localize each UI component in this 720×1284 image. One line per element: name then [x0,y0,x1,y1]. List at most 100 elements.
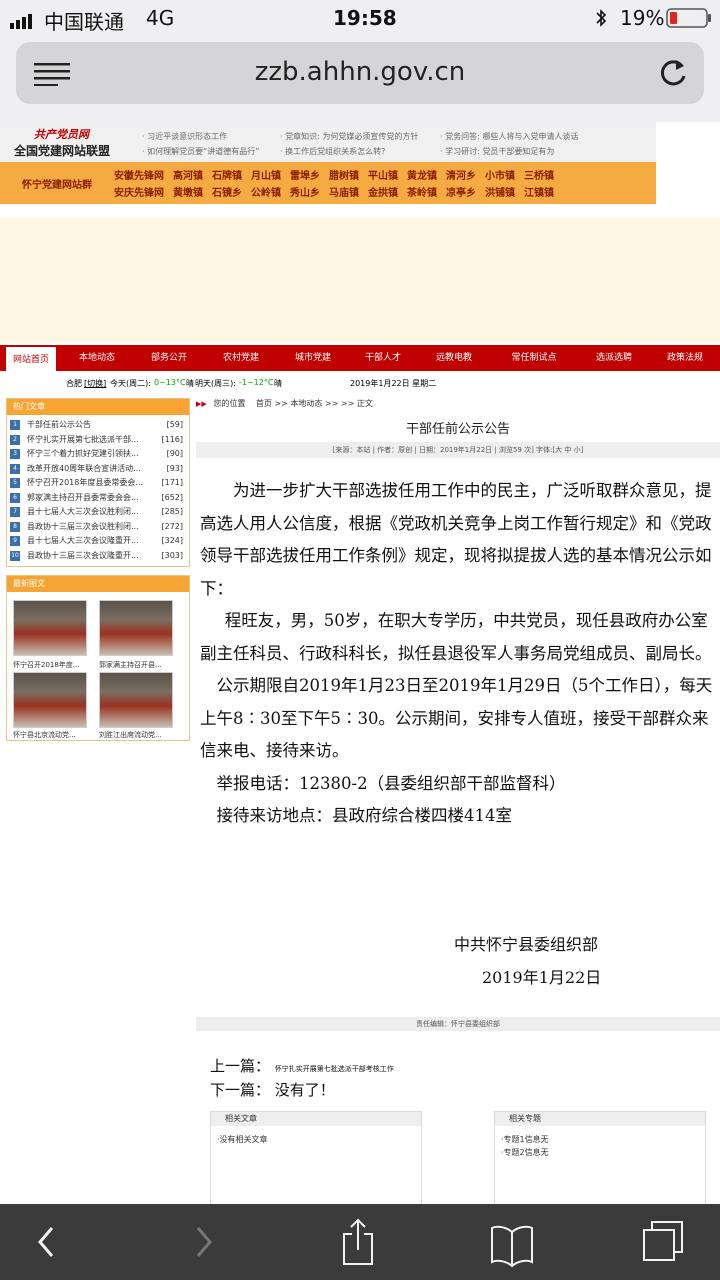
town-link[interactable]: 石镜乡 [212,184,242,199]
article-body: 为进一步扩大干部选拔任用工作中的民主，广泛听取群众意见，提高选人用人公信度，根据… [200,475,718,833]
weather-city: 合肥 [66,379,82,388]
photo-thumbnail[interactable] [13,600,87,656]
group-label: 怀宁党建网站群 [22,180,92,191]
hot-article-row[interactable]: 5 怀宁召开2018年度县委常委会... [171] [7,476,189,491]
hot-article-title[interactable]: 县十七届人大三次会议隆重开... [27,534,139,549]
hot-article-title[interactable]: 怀宁三个着力抓好党建引领扶... [27,447,139,462]
back-icon[interactable] [34,1204,58,1280]
town-link[interactable]: 小市镇 [485,167,515,182]
rank-badge: 10 [10,550,20,561]
town-link[interactable]: 平山镇 [368,167,398,182]
town-link[interactable]: 茶岭镇 [407,184,437,199]
hot-article-title[interactable]: 县政协十三届三次会议隆重开... [27,549,139,564]
header-link[interactable]: · 如何理解党员要“讲道德有品行” [142,146,259,157]
hot-article-row[interactable]: 8 县政协十三届三次会议胜利闭... [272] [7,520,189,535]
hot-article-row[interactable]: 10 县政协十三届三次会议隆重开... [303] [7,549,189,564]
breadcrumb-label: 您的位置 [213,399,246,408]
battery-icon [666,8,712,33]
related-topic-item[interactable]: ·专题2信息无 [495,1145,705,1160]
related-articles-box: 相关文章 ·没有相关文章 [210,1111,422,1204]
town-link[interactable]: 高河镇 [173,167,203,182]
photo-thumbnail[interactable] [99,600,173,656]
breadcrumb-sep: >> [340,399,355,408]
hot-article-row[interactable]: 7 县十七届人大三次会议胜利闭... [285] [7,505,189,520]
clock: 19:58 [333,6,397,30]
rank-badge: 8 [10,521,20,532]
rank-badge: 1 [10,420,20,430]
breadcrumb-local-news[interactable]: 本地动态 [290,399,322,408]
hot-article-row[interactable]: 9 县十七届人大三次会议隆重开... [324] [7,534,189,549]
header-link[interactable]: · 党章知识: 为何党媒必须宣传党的方针 [280,131,418,142]
photo-thumbnail[interactable] [13,672,87,728]
header-link[interactable]: · 党务问答: 哪些人将与入党申请人谈话 [440,131,578,142]
nav-cadres[interactable]: 干部人才 [350,345,416,371]
breadcrumb: ▶▶ 您的位置 首页 >> 本地动态 >> >> 正文 [196,398,720,412]
view-count: [59] [166,420,183,429]
hot-article-title[interactable]: 县政协十三届三次会议胜利闭... [27,520,139,535]
hot-article-title[interactable]: 改革开放40周年联合宣讲活动... [27,462,141,477]
town-link[interactable]: 公岭镇 [251,184,281,199]
town-link[interactable]: 金拱镇 [368,184,398,199]
town-link[interactable]: 秀山乡 [290,184,320,199]
nav-dept-affairs[interactable]: 部务公开 [134,345,204,371]
town-link[interactable]: 安徽先锋网 [114,167,164,182]
nav-home[interactable]: 网站首页 [4,345,58,371]
tabs-icon[interactable] [640,1204,688,1280]
prev-label: 上一篇： [210,1057,271,1075]
town-link[interactable]: 石牌镇 [212,167,242,182]
nav-selection[interactable]: 选派选聘 [578,345,650,371]
weather-bar: 合肥 [切换] 今天(周二): 0~13°C 晴 明天(周三): -1~12°C… [4,373,716,393]
town-link[interactable]: 洪铺镇 [485,184,515,199]
town-link[interactable]: 安庆先锋网 [114,184,164,199]
forward-icon[interactable] [192,1204,216,1280]
town-link[interactable]: 黄龙镇 [407,167,437,182]
hot-article-title[interactable]: 县十七届人大三次会议胜利闭... [27,505,139,520]
hot-article-row[interactable]: 3 怀宁三个着力抓好党建引领扶... [90] [7,447,189,462]
breadcrumb-home[interactable]: 首页 [256,399,272,408]
prev-article-link[interactable]: 怀宁扎实开展第七批选派干部考核工作 [275,1065,394,1073]
town-link[interactable]: 马庙镇 [329,184,359,199]
url-text[interactable]: zzb.ahhn.gov.cn [16,57,704,87]
photo-caption[interactable]: 怀宁召开2018年度... [13,660,91,670]
hot-article-row[interactable]: 4 改革开放40周年联合宣讲活动... [93] [7,462,189,477]
view-count: [324] [161,536,183,545]
town-link[interactable]: 江镇镇 [524,184,554,199]
nav-pilot[interactable]: 常任制试点 [492,345,576,371]
hot-article-title[interactable]: 郭家满主持召开县委常委会会... [27,491,139,506]
town-link[interactable]: 雷埠乡 [290,167,320,182]
hot-article-title[interactable]: 干部任前公示公告 [27,418,91,433]
nav-urban-party[interactable]: 城市党建 [278,345,348,371]
bookmarks-icon[interactable] [488,1204,536,1280]
town-link[interactable]: 凉亭乡 [446,184,476,199]
nav-policy[interactable]: 政策法规 [652,345,718,371]
header-link[interactable]: · 习近平谈意识形态工作 [142,131,227,142]
nav-local-news[interactable]: 本地动态 [62,345,132,371]
photo-thumbnail[interactable] [99,672,173,728]
network-type: 4G [146,6,175,30]
view-count: [171] [161,478,183,487]
town-link[interactable]: 腊树镇 [329,167,359,182]
header-link[interactable]: · 换工作后党组织关系怎么转? [280,146,385,157]
nav-rural-party[interactable]: 农村党建 [206,345,276,371]
hot-article-row[interactable]: 6 郭家满主持召开县委常委会会... [652] [7,491,189,506]
nav-distance-edu[interactable]: 远教电教 [418,345,490,371]
address-bar[interactable]: zzb.ahhn.gov.cn [16,42,704,104]
town-link[interactable]: 月山镇 [251,167,281,182]
town-link[interactable]: 三桥镇 [524,167,554,182]
hot-article-title[interactable]: 怀宁召开2018年度县委常委会... [27,476,143,491]
hot-article-title[interactable]: 怀宁扎实开展第七批选派干部... [27,433,139,448]
photo-caption[interactable]: 怀宁县北京流动党... [13,730,91,740]
town-link[interactable]: 黄墩镇 [173,184,203,199]
photo-caption[interactable]: 刘胜江出席流动党... [99,730,177,740]
hot-article-row[interactable]: 1 干部任前公示公告 [59] [7,418,189,433]
hot-article-row[interactable]: 2 怀宁扎实开展第七批选派干部... [116] [7,433,189,448]
signal-icon [10,10,40,34]
photo-caption[interactable]: 郭家满主持召开县... [99,660,177,670]
weather-switch-link[interactable]: [切换] [84,378,106,389]
reload-icon[interactable] [658,56,688,92]
header-link[interactable]: · 学习研讨: 党员干部要知足有为 [440,146,554,157]
town-link[interactable]: 清河乡 [446,167,476,182]
share-icon[interactable] [340,1204,376,1280]
carrier: 中国联通 [44,10,124,34]
related-topic-item[interactable]: ·专题1信息无 [495,1126,705,1145]
